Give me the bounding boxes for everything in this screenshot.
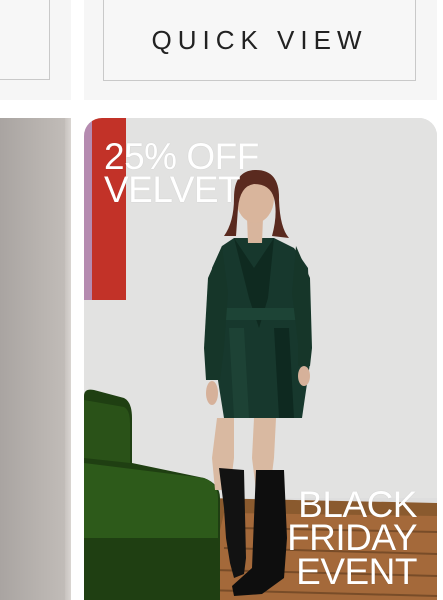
promo-event-label: BLACK FRIDAY EVENT: [287, 484, 417, 592]
product-image-velvet-dress[interactable]: 25% OFF VELVET BLACK FRIDAY EVENT: [84, 118, 437, 600]
promo-headline: 25% OFF VELVET: [104, 136, 259, 211]
promo-headline-line: VELVET: [104, 169, 241, 211]
quick-view-button-left[interactable]: [0, 0, 50, 80]
product-image-left[interactable]: [0, 118, 71, 600]
promo-headline-line: 25% OFF: [104, 136, 259, 177]
promo-event-line: BLACK: [298, 484, 417, 526]
product-card-right-top: QUICK VIEW: [84, 0, 437, 100]
quick-view-button[interactable]: QUICK VIEW: [103, 0, 416, 81]
product-card-left-top: [0, 0, 71, 100]
image-edge: [65, 118, 71, 600]
promo-event-line: FRIDAY: [287, 517, 417, 559]
promo-event-line: EVENT: [296, 550, 417, 592]
